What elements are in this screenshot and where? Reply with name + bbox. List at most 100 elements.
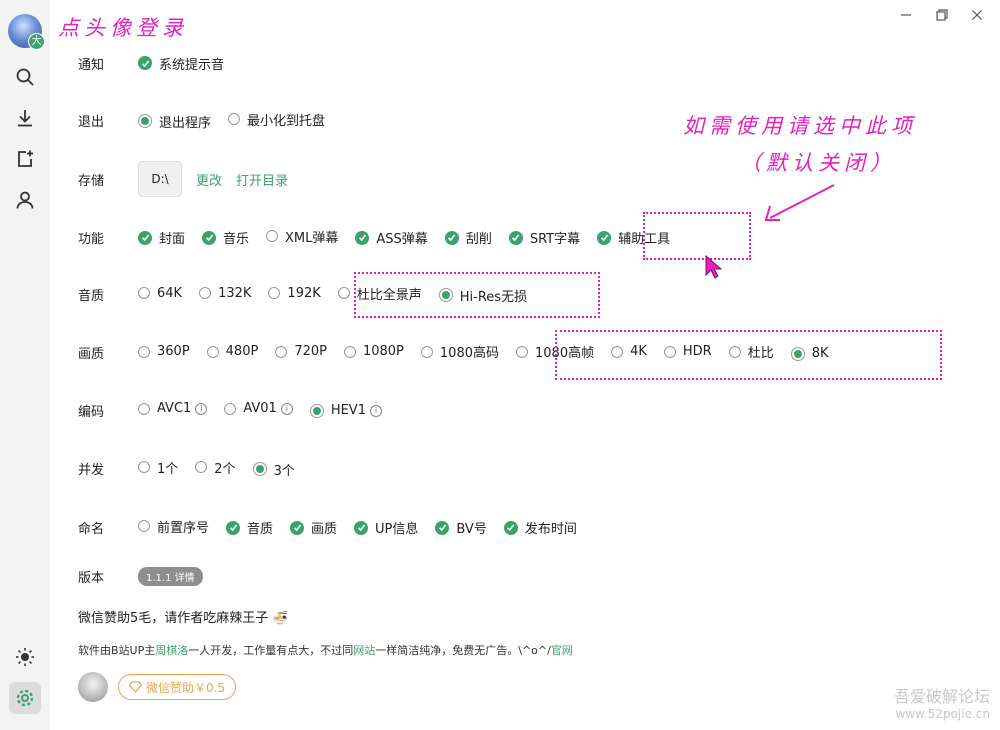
option-label: 132K <box>218 285 252 301</box>
official-site-link[interactable]: 官网 <box>551 644 573 657</box>
option[interactable]: 1080P <box>343 344 404 359</box>
option[interactable]: AVC1 i <box>138 401 208 416</box>
check-icon[interactable] <box>138 56 152 70</box>
check-icon[interactable] <box>444 230 459 245</box>
wechat-sponsor-button[interactable]: 微信赞助￥0.5 <box>118 674 237 700</box>
user-icon <box>16 191 34 209</box>
option[interactable]: 3个 <box>252 460 295 479</box>
radio-icon[interactable] <box>516 345 528 358</box>
radio-icon[interactable] <box>138 520 150 533</box>
close-icon <box>972 10 982 20</box>
add-file-icon <box>18 150 33 167</box>
check-icon[interactable] <box>290 520 305 535</box>
radio-selected-icon[interactable] <box>252 462 267 476</box>
option-label: BV号 <box>456 522 487 538</box>
radio-icon[interactable] <box>337 287 350 299</box>
storage-path-field[interactable]: D:\ <box>138 161 182 197</box>
sidebar-search[interactable] <box>9 61 41 93</box>
option-label: 退出程序 <box>159 115 212 131</box>
option[interactable]: 最小化到托盘 <box>228 110 325 129</box>
site-link[interactable]: 网站 <box>353 644 375 657</box>
option[interactable]: 360P <box>138 344 190 359</box>
author-avatar <box>78 672 108 702</box>
option[interactable]: 64K <box>138 286 182 301</box>
option[interactable]: 音质 <box>226 518 273 537</box>
setting-concurrency: 并发 1个 2个 3个 <box>78 456 312 480</box>
option[interactable]: HEV1 i <box>309 403 382 418</box>
info-icon[interactable]: i <box>195 402 208 415</box>
search-icon <box>16 68 34 86</box>
option[interactable]: 音乐 <box>202 228 249 247</box>
maximize-button[interactable] <box>931 5 953 25</box>
check-icon[interactable] <box>202 230 217 245</box>
check-icon[interactable] <box>508 230 523 245</box>
option[interactable]: 1080高码 <box>420 342 499 361</box>
radio-selected-icon[interactable] <box>138 114 152 128</box>
option[interactable]: 192K <box>268 286 321 301</box>
check-icon[interactable] <box>355 230 370 245</box>
check-icon[interactable] <box>597 230 612 245</box>
info-icon[interactable]: i <box>369 404 382 417</box>
check-icon[interactable] <box>138 230 152 245</box>
radio-icon[interactable] <box>195 461 208 473</box>
radio-icon[interactable] <box>138 461 150 473</box>
user-avatar[interactable]: 大 <box>8 14 45 50</box>
radio-icon[interactable] <box>138 287 150 299</box>
highlight-features-box <box>643 212 751 260</box>
sidebar-user[interactable] <box>9 184 41 216</box>
option[interactable]: 720P <box>275 344 327 359</box>
open-folder-link[interactable]: 打开目录 <box>236 170 288 189</box>
version-badge[interactable]: 1.1.1 详情 <box>138 566 203 586</box>
option[interactable]: 132K <box>199 286 251 301</box>
setting-label: 退出 <box>78 114 105 130</box>
setting-notify: 通知 系统提示音 <box>78 51 241 75</box>
check-icon[interactable] <box>503 520 518 535</box>
radio-icon[interactable] <box>138 402 150 415</box>
close-button[interactable] <box>966 5 988 25</box>
sidebar-theme[interactable] <box>9 641 41 673</box>
option[interactable]: 发布时间 <box>503 518 577 537</box>
option-label: 封面 <box>159 232 186 248</box>
radio-icon[interactable] <box>206 345 219 358</box>
radio-icon[interactable] <box>420 345 433 358</box>
option[interactable]: 封面 <box>138 228 185 247</box>
option[interactable]: 480P <box>206 344 258 359</box>
check-icon[interactable] <box>354 520 369 535</box>
sidebar-download[interactable] <box>9 102 41 134</box>
radio-icon[interactable] <box>275 345 288 358</box>
radio-icon[interactable] <box>343 345 356 358</box>
radio-icon[interactable] <box>224 402 237 415</box>
option[interactable]: XML弹幕 <box>266 227 338 246</box>
gear-icon <box>16 689 34 707</box>
change-path-link[interactable]: 更改 <box>196 170 222 189</box>
minimize-button[interactable] <box>895 5 917 25</box>
check-icon[interactable] <box>226 520 241 535</box>
option[interactable]: 1个 <box>138 458 178 477</box>
radio-icon[interactable] <box>138 345 150 358</box>
option[interactable]: 前置序号 <box>138 517 209 536</box>
option[interactable]: 系统提示音 <box>138 54 224 73</box>
option[interactable]: AV01 i <box>224 401 293 416</box>
option[interactable]: BV号 <box>435 518 487 538</box>
option[interactable]: SRT字幕 <box>508 228 580 247</box>
radio-icon[interactable] <box>266 230 279 243</box>
option[interactable]: 刮削 <box>444 228 492 248</box>
option[interactable]: UP信息 <box>354 518 418 537</box>
radio-icon[interactable] <box>268 287 281 299</box>
sidebar-add-file[interactable] <box>9 143 41 175</box>
option[interactable]: 退出程序 <box>138 112 211 131</box>
radio-icon[interactable] <box>199 287 212 299</box>
option[interactable]: 画质 <box>290 518 337 537</box>
option-label: 刮削 <box>465 232 492 248</box>
sidebar-settings[interactable] <box>9 682 41 714</box>
info-icon[interactable]: i <box>280 402 293 415</box>
option[interactable]: ASS弹幕 <box>355 228 428 247</box>
option[interactable]: 2个 <box>195 458 236 477</box>
setting-label: 版本 <box>78 570 105 586</box>
radio-icon[interactable] <box>228 113 241 125</box>
check-icon[interactable] <box>435 520 450 535</box>
setting-exit: 退出 退出程序 最小化到托盘 <box>78 108 342 132</box>
author-link[interactable]: 周棋洛 <box>155 644 188 657</box>
radio-selected-icon[interactable] <box>309 403 324 418</box>
option-label: UP信息 <box>375 522 419 538</box>
